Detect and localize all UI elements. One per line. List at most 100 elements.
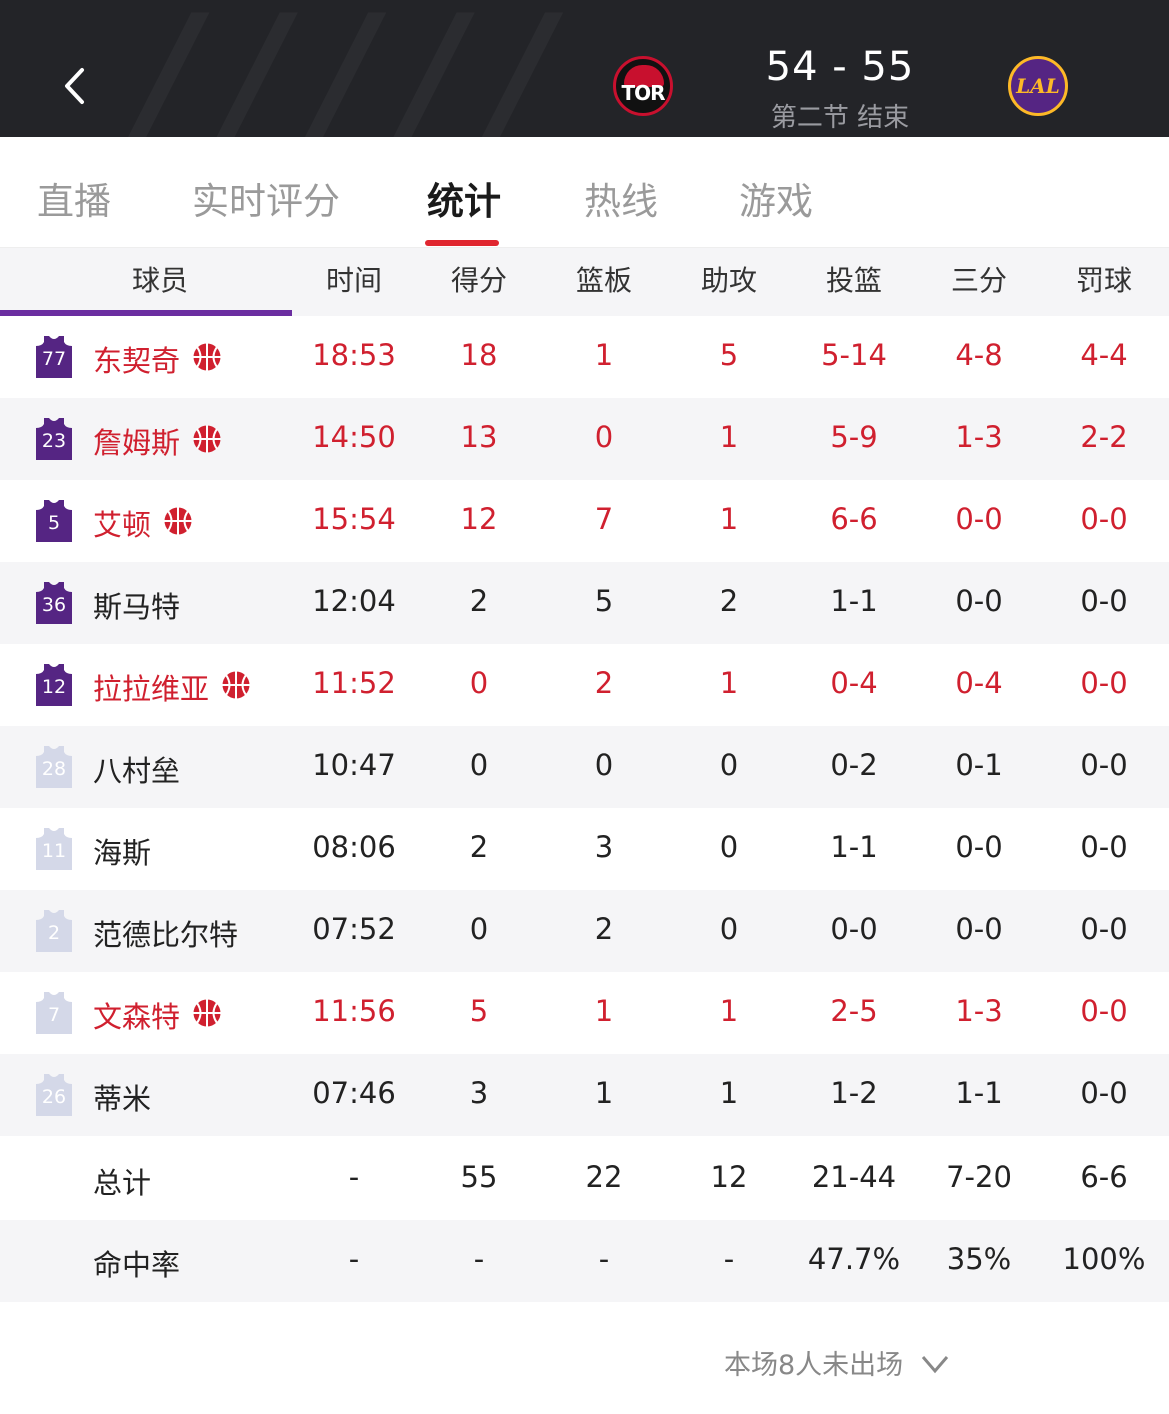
- stat-three-pointers: 0-4: [955, 666, 1003, 700]
- stat-rebounds: 0: [594, 748, 614, 782]
- stat-field-goals: 1-1: [830, 830, 878, 864]
- player-name[interactable]: 斯马特: [93, 584, 180, 626]
- stat-three-pointers: 0-0: [955, 584, 1003, 618]
- stat-field-goals: 21-44: [811, 1160, 897, 1194]
- player-name[interactable]: 詹姆斯: [93, 420, 180, 462]
- tab-hotline[interactable]: 热线: [584, 171, 658, 225]
- stat-assists: 1: [719, 502, 739, 536]
- stat-field-goals: 5-14: [821, 338, 887, 372]
- table-row[interactable]: 36 斯马特 12:04 2 5 2 1-1 0-0 0-0: [0, 562, 1169, 644]
- column-header-three-pointers[interactable]: 三分: [924, 259, 1034, 299]
- table-row[interactable]: 2 范德比尔特 07:52 0 2 0 0-0 0-0 0-0: [0, 890, 1169, 972]
- stat-rebounds: 1: [594, 1076, 614, 1110]
- stat-free-throws: 6-6: [1080, 1160, 1128, 1194]
- stat-three-pointers: 0-0: [955, 502, 1003, 536]
- player-name[interactable]: 艾顿: [93, 502, 151, 544]
- tab-live[interactable]: 直播: [37, 171, 111, 225]
- percentage-row-label: 命中率: [93, 1248, 181, 1282]
- column-header-assists[interactable]: 助攻: [674, 259, 784, 299]
- stat-minutes: 11:56: [312, 994, 396, 1028]
- stat-points: 5: [469, 994, 489, 1028]
- table-row[interactable]: 23 詹姆斯 14:50 13 0 1 5-9 1-3 2-2: [0, 398, 1169, 480]
- stat-minutes: -: [348, 1160, 360, 1194]
- jersey-icon: 12: [36, 664, 72, 706]
- stat-rebounds: 2: [594, 912, 614, 946]
- player-name[interactable]: 范德比尔特: [93, 912, 238, 954]
- stat-three-pointers: 1-1: [955, 1076, 1003, 1110]
- tab-stats[interactable]: 统计: [427, 171, 501, 225]
- home-team-logo[interactable]: TOR: [613, 56, 673, 116]
- tab-ratings[interactable]: 实时评分: [192, 171, 340, 225]
- column-header-rebounds[interactable]: 篮板: [549, 259, 659, 299]
- stat-free-throws: 0-0: [1080, 1076, 1128, 1110]
- stat-field-goals: 5-9: [830, 420, 878, 454]
- column-header-points[interactable]: 得分: [424, 259, 534, 299]
- jersey-icon: 23: [36, 418, 72, 460]
- stat-rebounds: -: [598, 1242, 610, 1276]
- dnp-toggle[interactable]: 本场8人未出场: [724, 1343, 950, 1382]
- stat-minutes: 07:46: [312, 1076, 396, 1110]
- jersey-number: 7: [47, 1004, 61, 1026]
- stat-minutes: 14:50: [312, 420, 396, 454]
- table-row[interactable]: 5 艾顿 15:54 12 7 1 6-6 0-0 0-0: [0, 480, 1169, 562]
- stat-rebounds: 2: [594, 666, 614, 700]
- table-row[interactable]: 11 海斯 08:06 2 3 0 1-1 0-0 0-0: [0, 808, 1169, 890]
- stat-free-throws: 0-0: [1080, 584, 1128, 618]
- percentage-row: 命中率 - - - - 47.7% 35% 100%: [0, 1220, 1169, 1302]
- stat-field-goals: 2-5: [830, 994, 878, 1028]
- stat-assists: 1: [719, 1076, 739, 1110]
- totals-row: 总计 - 55 22 12 21-44 7-20 6-6: [0, 1138, 1169, 1220]
- basketball-icon: [221, 670, 251, 700]
- away-team-logo[interactable]: LAL: [1008, 56, 1068, 116]
- stat-rebounds: 7: [594, 502, 614, 536]
- stat-assists: 1: [719, 994, 739, 1028]
- column-header-minutes[interactable]: 时间: [299, 259, 409, 299]
- stat-field-goals: 0-4: [830, 666, 878, 700]
- jersey-icon: 7: [36, 992, 72, 1034]
- stat-free-throws: 0-0: [1080, 994, 1128, 1028]
- stat-minutes: 15:54: [312, 502, 396, 536]
- table-row[interactable]: 12 拉拉维亚 11:52 0 2 1 0-4 0-4 0-0: [0, 644, 1169, 726]
- stats-table-header: 球员 时间 得分 篮板 助攻 投篮 三分 罚球: [0, 248, 1169, 316]
- active-tab-indicator: [425, 240, 499, 246]
- basketball-icon: [192, 998, 222, 1028]
- column-header-free-throws[interactable]: 罚球: [1049, 259, 1159, 299]
- table-row[interactable]: 26 蒂米 07:46 3 1 1 1-2 1-1 0-0: [0, 1054, 1169, 1136]
- stat-field-goals: 1-2: [830, 1076, 878, 1110]
- back-button[interactable]: [58, 62, 92, 110]
- player-name[interactable]: 文森特: [93, 994, 180, 1036]
- stat-three-pointers: 35%: [946, 1242, 1012, 1276]
- stat-assists: 5: [719, 338, 739, 372]
- jersey-icon: 28: [36, 746, 72, 788]
- stat-free-throws: 4-4: [1080, 338, 1128, 372]
- table-row[interactable]: 7 文森特 11:56 5 1 1 2-5 1-3 0-0: [0, 972, 1169, 1054]
- jersey-number: 2: [47, 922, 61, 944]
- tab-games[interactable]: 游戏: [739, 171, 813, 225]
- jersey-number: 26: [41, 1086, 67, 1108]
- stat-free-throws: 0-0: [1080, 912, 1128, 946]
- column-header-player[interactable]: 球员: [30, 259, 290, 299]
- stat-free-throws: 100%: [1062, 1242, 1146, 1276]
- jersey-icon: 77: [36, 336, 72, 378]
- stat-field-goals: 0-2: [830, 748, 878, 782]
- player-name[interactable]: 东契奇: [93, 338, 180, 380]
- stat-points: 13: [460, 420, 498, 454]
- stat-rebounds: 1: [594, 338, 614, 372]
- player-name[interactable]: 八村垒: [93, 748, 180, 790]
- stat-minutes: 08:06: [312, 830, 396, 864]
- stat-free-throws: 0-0: [1080, 666, 1128, 700]
- player-name[interactable]: 蒂米: [93, 1076, 151, 1118]
- chevron-left-icon: [65, 68, 84, 104]
- stat-rebounds: 0: [594, 420, 614, 454]
- basketball-icon: [192, 342, 222, 372]
- stat-field-goals: 0-0: [830, 912, 878, 946]
- stat-minutes: 12:04: [312, 584, 396, 618]
- stat-rebounds: 1: [594, 994, 614, 1028]
- jersey-number: 11: [41, 840, 67, 862]
- table-row[interactable]: 77 东契奇 18:53 18 1 5 5-14 4-8 4-4: [0, 316, 1169, 398]
- player-name[interactable]: 拉拉维亚: [93, 666, 209, 708]
- column-header-field-goals[interactable]: 投篮: [799, 259, 909, 299]
- player-name[interactable]: 海斯: [93, 830, 151, 872]
- table-row[interactable]: 28 八村垒 10:47 0 0 0 0-2 0-1 0-0: [0, 726, 1169, 808]
- stat-points: 3: [469, 1076, 489, 1110]
